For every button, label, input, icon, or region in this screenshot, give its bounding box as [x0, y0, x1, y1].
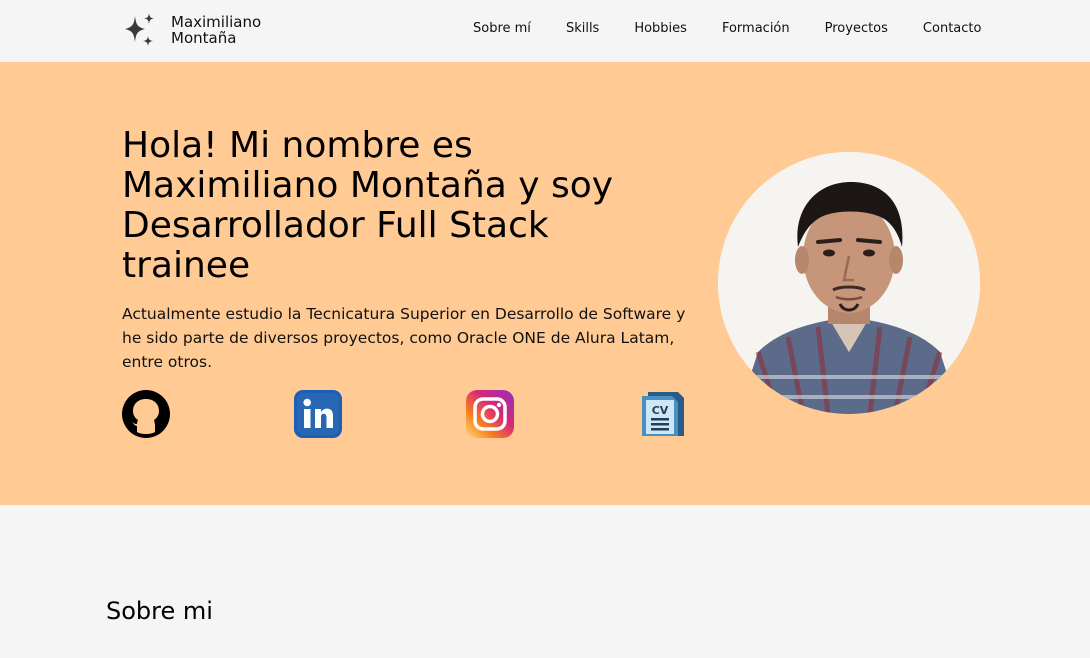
site-name: Maximiliano Montaña: [171, 14, 261, 46]
cv-link[interactable]: CV: [638, 390, 686, 438]
hero-title: Hola! Mi nombre es Maximiliano Montaña y…: [122, 125, 614, 286]
nav-link-hobbies[interactable]: Hobbies: [634, 21, 687, 36]
profile-portrait-image: [718, 152, 980, 414]
nav-link-formacion[interactable]: Formación: [722, 21, 790, 36]
linkedin-icon: [294, 390, 342, 438]
section-title-sobre-mi: Sobre mi: [106, 597, 213, 625]
site-name-line2: Montaña: [171, 29, 237, 47]
cv-icon: CV: [642, 392, 684, 436]
hero-section: Hola! Mi nombre es Maximiliano Montaña y…: [0, 62, 1090, 505]
linkedin-link[interactable]: [294, 390, 342, 438]
profile-photo: [718, 152, 980, 414]
social-links: CV: [122, 390, 686, 438]
nav-link-skills[interactable]: Skills: [566, 21, 599, 36]
github-icon: [122, 390, 170, 438]
nav-link-sobre-mi[interactable]: Sobre mí: [473, 21, 531, 36]
site-header: Maximiliano Montaña Sobre mí Skills Hobb…: [0, 0, 1090, 62]
hero-description: Actualmente estudio la Tecnicatura Super…: [122, 305, 686, 371]
cv-label: CV: [652, 404, 669, 417]
main-nav: Sobre mí Skills Hobbies Formación Proyec…: [473, 21, 981, 36]
nav-link-contacto[interactable]: Contacto: [923, 21, 982, 36]
site-logo[interactable]: Maximiliano Montaña: [121, 12, 261, 48]
instagram-icon: [466, 390, 514, 438]
nav-link-proyectos[interactable]: Proyectos: [825, 21, 888, 36]
instagram-link[interactable]: [466, 390, 514, 438]
sparkles-icon: [125, 13, 154, 46]
github-link[interactable]: [122, 390, 170, 438]
site-name-line1: Maximiliano: [171, 13, 262, 31]
